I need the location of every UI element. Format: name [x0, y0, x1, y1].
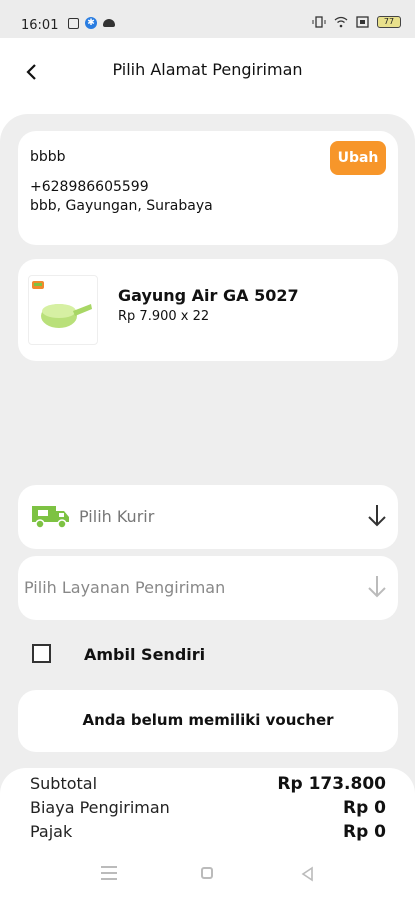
- self-pickup-checkbox[interactable]: [32, 644, 51, 663]
- product-name: Gayung Air GA 5027: [118, 286, 299, 305]
- system-nav-bar: [0, 850, 415, 900]
- self-pickup-label: Ambil Sendiri: [84, 645, 206, 664]
- recent-apps-icon[interactable]: [101, 866, 117, 880]
- tax-value: Rp 0: [342, 822, 386, 842]
- subtotal-value: Rp 173.800: [277, 774, 386, 794]
- delivery-truck-icon: [32, 506, 69, 529]
- recipient-address: bbb, Gayungan, Surabaya: [30, 198, 213, 214]
- voucher-card[interactable]: Anda belum memiliki voucher: [18, 690, 398, 752]
- shipping-cost-row: Biaya Pengiriman Rp 0: [30, 798, 386, 820]
- battery-icon: 77: [377, 16, 401, 28]
- app-header: Pilih Alamat Pengiriman: [0, 38, 415, 102]
- product-image: [28, 275, 98, 345]
- product-card: Gayung Air GA 5027 Rp 7.900 x 22: [18, 259, 398, 361]
- subtotal-label: Subtotal: [30, 774, 98, 793]
- water-scoop-image: [32, 281, 92, 328]
- tax-label: Pajak: [30, 822, 73, 841]
- page-title: Pilih Alamat Pengiriman: [112, 60, 303, 79]
- courier-selector[interactable]: Pilih Kurir: [18, 485, 398, 549]
- self-pickup-row: Ambil Sendiri: [32, 644, 392, 670]
- shipping-service-selector[interactable]: Pilih Layanan Pengiriman: [18, 556, 398, 620]
- address-card: bbbb +628986605599 bbb, Gayungan, Suraba…: [18, 131, 398, 245]
- wifi-icon: [334, 16, 348, 28]
- courier-placeholder: Pilih Kurir: [79, 507, 155, 526]
- tax-row: Pajak Rp 0: [30, 822, 386, 844]
- status-left-icons: ✱: [68, 17, 115, 29]
- arrow-down-icon: [368, 505, 386, 527]
- bluetooth-icon: ✱: [85, 17, 97, 29]
- shipping-service-placeholder: Pilih Layanan Pengiriman: [24, 578, 226, 597]
- mail-icon: [68, 17, 79, 29]
- checkout-content: bbbb +628986605599 bbb, Gayungan, Suraba…: [0, 114, 415, 900]
- sim-icon: [356, 16, 369, 28]
- status-bar: 16:01 ✱ 77: [0, 0, 415, 38]
- shipping-cost-value: Rp 0: [342, 798, 386, 818]
- recipient-name: bbbb: [30, 149, 66, 165]
- arrow-down-icon: [368, 576, 386, 598]
- subtotal-row: Subtotal Rp 173.800: [30, 774, 386, 796]
- voucher-message: Anda belum memiliki voucher: [82, 711, 334, 729]
- recipient-phone: +628986605599: [30, 179, 149, 195]
- vibrate-icon: [312, 16, 326, 28]
- system-back-icon[interactable]: [300, 866, 314, 882]
- home-icon[interactable]: [201, 867, 213, 879]
- cloud-icon: [103, 19, 115, 27]
- status-right-icons: 77: [312, 16, 401, 28]
- shipping-cost-label: Biaya Pengiriman: [30, 798, 170, 817]
- change-address-button[interactable]: Ubah: [330, 141, 386, 175]
- product-price-quantity: Rp 7.900 x 22: [118, 309, 210, 324]
- status-time: 16:01: [21, 18, 59, 33]
